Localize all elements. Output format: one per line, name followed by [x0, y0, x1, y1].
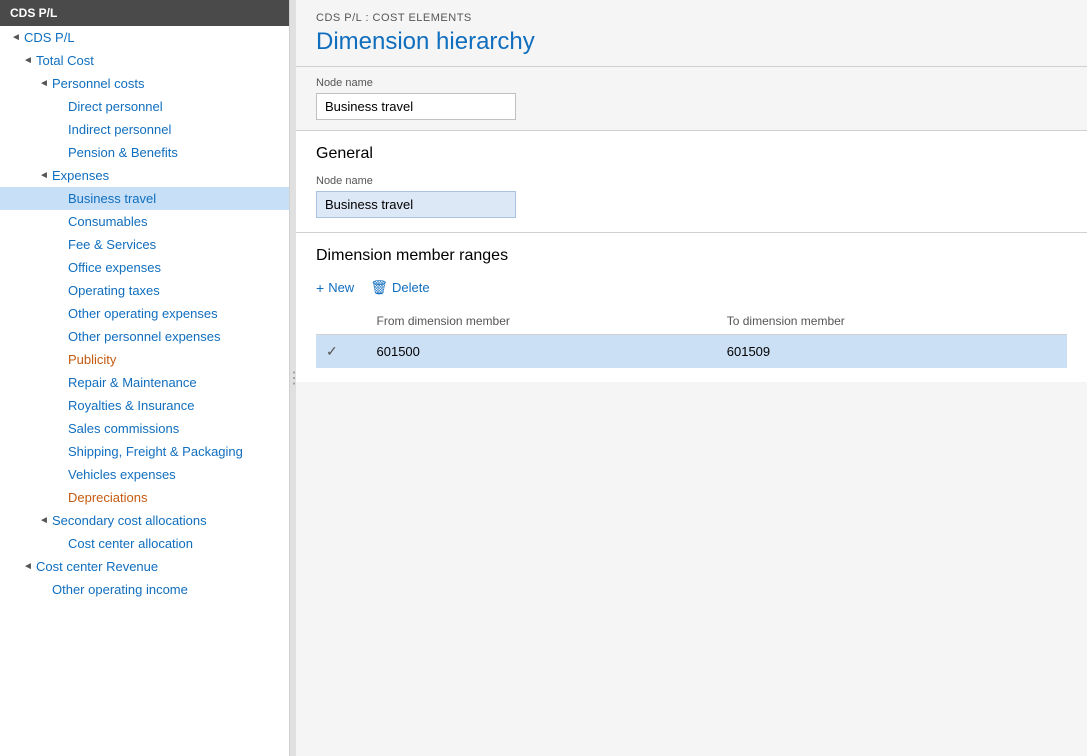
sidebar-item-publicity[interactable]: Publicity [0, 348, 289, 371]
sidebar-item-label: Cost center allocation [68, 536, 193, 551]
general-section: General Node name [296, 131, 1087, 232]
dim-member-section: Dimension member ranges + New 🗑 Delete F… [296, 233, 1087, 382]
dim-table-body: ✓ 601500601509 [316, 335, 1067, 369]
sidebar-item-secondary-cost-allocations[interactable]: ◄Secondary cost allocations [0, 509, 289, 532]
sidebar-item-shipping-freight[interactable]: Shipping, Freight & Packaging [0, 440, 289, 463]
sidebar-item-label: Publicity [68, 352, 116, 367]
delete-button[interactable]: 🗑 Delete [370, 277, 429, 298]
tree-container: ◄CDS P/L◄Total Cost◄Personnel costsDirec… [0, 26, 289, 601]
toggle-icon: ◄ [36, 515, 52, 526]
sidebar-item-label: Other operating income [52, 582, 188, 597]
top-node-label: Node name [316, 77, 1067, 89]
sidebar-item-label: Personnel costs [52, 76, 145, 91]
sidebar-item-label: Royalties & Insurance [68, 398, 194, 413]
sidebar-item-label: Sales commissions [68, 421, 179, 436]
sidebar-item-consumables[interactable]: Consumables [0, 210, 289, 233]
sidebar-item-label: Vehicles expenses [68, 467, 176, 482]
dim-member-table: From dimension member To dimension membe… [316, 308, 1067, 368]
toggle-icon: ◄ [36, 170, 52, 181]
col-from-header: From dimension member [367, 308, 717, 335]
sidebar-item-sales-commissions[interactable]: Sales commissions [0, 417, 289, 440]
sidebar-item-indirect-personnel[interactable]: Indirect personnel [0, 118, 289, 141]
sidebar-item-other-operating-income[interactable]: Other operating income [0, 578, 289, 601]
sidebar-item-label: Business travel [68, 191, 156, 206]
sidebar-item-label: Fee & Services [68, 237, 156, 252]
sidebar-item-repair-maintenance[interactable]: Repair & Maintenance [0, 371, 289, 394]
sidebar-item-label: Secondary cost allocations [52, 513, 207, 528]
col-to-header: To dimension member [717, 308, 1067, 335]
sidebar-item-label: Repair & Maintenance [68, 375, 197, 390]
sidebar-header: CDS P/L [0, 0, 289, 26]
sidebar-item-personnel-costs[interactable]: ◄Personnel costs [0, 72, 289, 95]
sidebar-item-label: Other operating expenses [68, 306, 218, 321]
sidebar-item-pension-benefits[interactable]: Pension & Benefits [0, 141, 289, 164]
sidebar-item-label: Consumables [68, 214, 148, 229]
breadcrumb: CDS P/L : COST ELEMENTS [316, 12, 1067, 24]
sidebar-item-depreciations[interactable]: Depreciations [0, 486, 289, 509]
toggle-icon: ◄ [36, 78, 52, 89]
sidebar-item-label: Operating taxes [68, 283, 160, 298]
new-button[interactable]: + New [316, 278, 354, 298]
sidebar-item-cost-center-allocation[interactable]: Cost center allocation [0, 532, 289, 555]
checkmark-icon: ✓ [326, 343, 338, 359]
sidebar-item-label: Indirect personnel [68, 122, 171, 137]
row-to: 601509 [717, 335, 1067, 369]
sidebar-item-total-cost[interactable]: ◄Total Cost [0, 49, 289, 72]
sidebar-item-label: CDS P/L [24, 30, 75, 45]
general-node-label: Node name [316, 175, 1067, 187]
sidebar-item-vehicles-expenses[interactable]: Vehicles expenses [0, 463, 289, 486]
sidebar-item-royalties-insurance[interactable]: Royalties & Insurance [0, 394, 289, 417]
top-node-value: Business travel [316, 93, 516, 120]
toggle-icon: ◄ [20, 55, 36, 66]
sidebar-item-direct-personnel[interactable]: Direct personnel [0, 95, 289, 118]
sidebar-item-business-travel[interactable]: Business travel [0, 187, 289, 210]
page-title: Dimension hierarchy [316, 28, 1067, 56]
sidebar-item-operating-taxes[interactable]: Operating taxes [0, 279, 289, 302]
sidebar: CDS P/L ◄CDS P/L◄Total Cost◄Personnel co… [0, 0, 290, 756]
sidebar-item-other-personnel-expenses[interactable]: Other personnel expenses [0, 325, 289, 348]
sidebar-item-cost-center-revenue[interactable]: ◄Cost center Revenue [0, 555, 289, 578]
col-check-header [316, 308, 367, 335]
sidebar-item-label: Depreciations [68, 490, 148, 505]
sidebar-item-cds-pl[interactable]: ◄CDS P/L [0, 26, 289, 49]
general-node-input[interactable] [316, 191, 516, 218]
sidebar-item-label: Cost center Revenue [36, 559, 158, 574]
sidebar-item-label: Expenses [52, 168, 109, 183]
row-check[interactable]: ✓ [316, 335, 367, 369]
main-content: CDS P/L : COST ELEMENTS Dimension hierar… [296, 0, 1087, 756]
toggle-icon: ◄ [20, 561, 36, 572]
sidebar-item-expenses[interactable]: ◄Expenses [0, 164, 289, 187]
trash-icon: 🗑 [370, 279, 388, 296]
toggle-icon: ◄ [8, 32, 24, 43]
top-node-name-section: Node name Business travel [296, 67, 1087, 130]
sidebar-item-label: Shipping, Freight & Packaging [68, 444, 243, 459]
sidebar-item-fee-services[interactable]: Fee & Services [0, 233, 289, 256]
table-row[interactable]: ✓ 601500601509 [316, 335, 1067, 369]
sidebar-item-label: Direct personnel [68, 99, 163, 114]
sidebar-item-other-operating-expenses[interactable]: Other operating expenses [0, 302, 289, 325]
sidebar-item-label: Office expenses [68, 260, 161, 275]
toolbar: + New 🗑 Delete [316, 277, 1067, 298]
dim-member-section-title: Dimension member ranges [316, 247, 1067, 265]
row-from: 601500 [367, 335, 717, 369]
sidebar-item-label: Other personnel expenses [68, 329, 220, 344]
plus-icon: + [316, 280, 324, 296]
sidebar-item-label: Pension & Benefits [68, 145, 178, 160]
general-section-title: General [316, 145, 1067, 163]
sidebar-item-label: Total Cost [36, 53, 94, 68]
sidebar-item-office-expenses[interactable]: Office expenses [0, 256, 289, 279]
main-header: CDS P/L : COST ELEMENTS Dimension hierar… [296, 0, 1087, 67]
